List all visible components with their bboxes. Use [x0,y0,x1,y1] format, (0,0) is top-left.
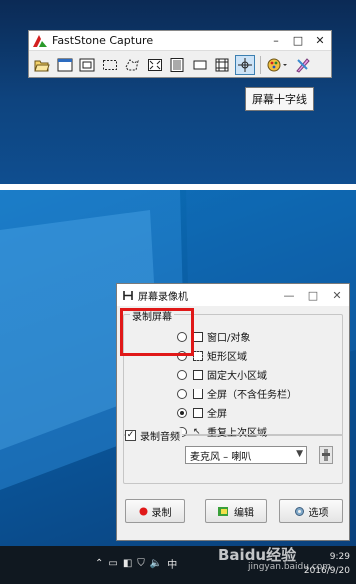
options-button-label: 选项 [308,507,329,519]
option-label: 固定大小区域 [207,371,267,382]
option-label: 窗口/对象 [207,333,251,344]
capture-active-window-icon [57,58,72,71]
capture-fixed-region-icon [193,60,206,69]
recorder-title: 屏幕录像机 [138,291,188,303]
minimize-button[interactable]: – [265,34,287,47]
capture-rectangle-icon [102,59,117,70]
open-icon [34,60,50,71]
faststone-title-bar[interactable]: FastStone Capture – □ ✕ [29,31,331,50]
radio-fullscreen[interactable] [177,407,187,418]
audio-source-value: 麦克风 – 喇叭 [190,451,252,463]
settings-button[interactable] [293,55,313,75]
capture-window-object-icon [79,58,95,71]
faststone-logo-icon [33,34,47,47]
network-icon[interactable]: ▭ [108,558,117,569]
system-tray: ⌃ ▭ ◧ ⛉ 🔈 中 [95,556,182,571]
desktop-top: FastStone Capture – □ ✕ 屏幕十字线 [0,0,356,184]
recorder-close-button[interactable]: ✕ [325,289,349,302]
baidu-watermark-url: jingyan.baidu.com [248,562,332,572]
capture-rectangle-button[interactable] [100,55,120,75]
ime-icon[interactable]: 中 [167,556,177,571]
fullscreen-icon [193,407,203,418]
restore-button[interactable]: □ [287,34,309,47]
capture-fullscreen-button[interactable] [145,55,165,75]
option-fullscreen-no-taskbar[interactable]: 全屏（不含任务栏） [177,386,297,401]
recorder-maximize-button[interactable]: □ [301,289,325,302]
desktop-bottom: 屏幕录像机 — □ ✕ 录制屏幕 窗口/对象 矩形区域 固定大小区域 全屏（不含… [0,190,356,584]
record-audio-checkbox-row[interactable]: ✓ 录制音频 [125,428,182,443]
option-fixed-size-region[interactable]: 固定大小区域 [177,367,267,382]
option-label: 全屏（不含任务栏） [207,390,297,401]
audio-settings-icon [322,449,330,461]
open-button[interactable] [32,55,52,75]
radio-fixed-size-region[interactable] [177,369,187,380]
edit-button-label: 编辑 [234,507,254,519]
audio-settings-button[interactable] [319,446,333,464]
screen-crosshair-button[interactable] [234,54,255,75]
record-button-highlight [120,308,194,356]
app-tray-icon[interactable]: ◧ [123,558,132,569]
fixed-size-region-icon [193,369,203,380]
faststone-toolbar-window: FastStone Capture – □ ✕ [28,30,332,78]
volume-icon[interactable]: 🔈 [150,558,162,569]
fullscreen-no-taskbar-icon [193,388,203,399]
record-button-label: 录制 [151,507,172,519]
option-label: 矩形区域 [207,352,247,363]
rectangle-region-icon [193,350,203,361]
close-button[interactable]: ✕ [309,34,331,47]
chevron-down-icon: ▼ [296,449,303,459]
chevron-up-icon[interactable]: ⌃ [95,558,103,569]
faststone-tools [29,50,331,78]
capture-fixed-region-button[interactable] [190,55,210,75]
capture-freehand-icon [125,58,139,70]
capture-fullscreen-icon [147,58,162,71]
capture-window-object-button[interactable] [77,55,97,75]
radio-fullscreen-no-taskbar[interactable] [177,388,187,399]
record-button[interactable]: 录制 [125,499,185,523]
capture-freehand-button[interactable] [122,55,142,75]
window-object-icon [193,331,203,342]
output-options-button[interactable] [264,55,290,75]
output-options-icon [267,58,287,71]
recorder-title-bar[interactable]: 屏幕录像机 — □ ✕ [117,284,349,306]
record-audio-label: 录制音频 [140,432,180,443]
faststone-title: FastStone Capture [52,34,154,47]
record-audio-checkbox[interactable]: ✓ [125,430,136,441]
record-dot-icon [139,507,147,515]
shield-icon[interactable]: ⛉ [137,558,145,569]
recorder-app-icon [123,290,133,300]
recorder-minimize-button[interactable]: — [277,289,301,302]
option-label: 全屏 [207,409,227,420]
gear-icon [294,506,304,516]
options-button[interactable]: 选项 [279,499,343,523]
screen-recorder-icon [215,58,229,71]
edit-icon [218,506,228,516]
crosshair-tooltip: 屏幕十字线 [245,87,314,111]
capture-active-window-button[interactable] [55,55,75,75]
capture-scrolling-icon [170,57,184,72]
edit-button[interactable]: 编辑 [205,499,267,523]
toolbar-separator [260,55,261,74]
option-fullscreen[interactable]: 全屏 [177,405,227,420]
capture-scrolling-button[interactable] [167,55,187,75]
screen-recorder-button[interactable] [212,55,232,75]
screen-crosshair-icon [237,57,252,72]
settings-icon [295,57,310,73]
audio-source-select[interactable]: 麦克风 – 喇叭 ▼ [185,446,307,464]
